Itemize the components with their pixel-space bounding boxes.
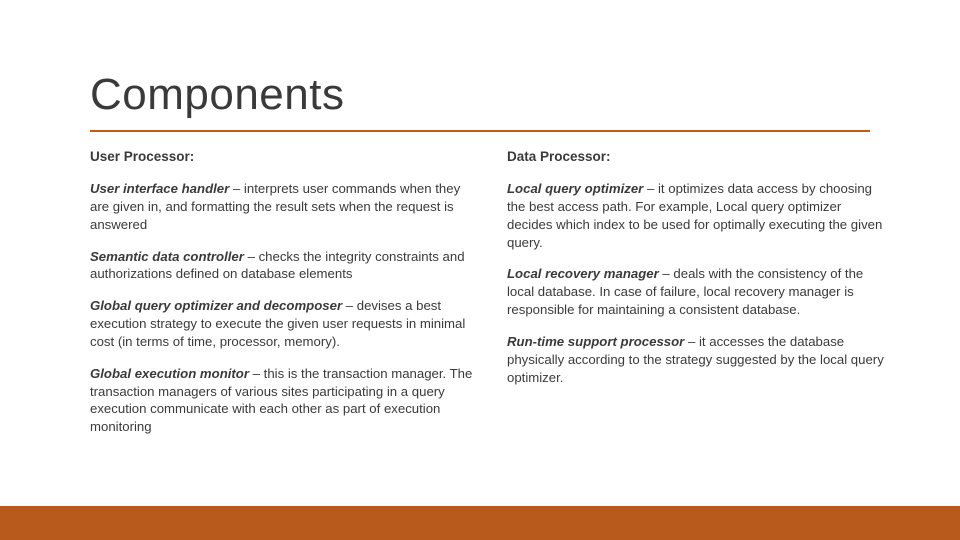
term-label: Global execution monitor (90, 366, 249, 381)
title-underline (90, 130, 870, 132)
content-columns: User Processor: User interface handler –… (90, 148, 890, 450)
left-column: User Processor: User interface handler –… (90, 148, 473, 450)
right-column: Data Processor: Local query optimizer – … (507, 148, 890, 450)
list-item: User interface handler – interprets user… (90, 180, 473, 233)
list-item: Global query optimizer and decomposer – … (90, 297, 473, 350)
term-label: Global query optimizer and decomposer (90, 298, 342, 313)
bottom-accent-bar (0, 506, 960, 540)
list-item: Local recovery manager – deals with the … (507, 265, 890, 318)
left-column-heading: User Processor: (90, 148, 473, 166)
term-label: Local query optimizer (507, 181, 643, 196)
list-item: Global execution monitor – this is the t… (90, 365, 473, 436)
term-label: User interface handler (90, 181, 229, 196)
slide-title: Components (90, 70, 344, 120)
term-label: Semantic data controller (90, 249, 244, 264)
term-label: Local recovery manager (507, 266, 659, 281)
right-column-heading: Data Processor: (507, 148, 890, 166)
list-item: Local query optimizer – it optimizes dat… (507, 180, 890, 251)
term-label: Run-time support processor (507, 334, 684, 349)
list-item: Run-time support processor – it accesses… (507, 333, 890, 386)
slide: Components User Processor: User interfac… (0, 0, 960, 540)
list-item: Semantic data controller – checks the in… (90, 248, 473, 284)
